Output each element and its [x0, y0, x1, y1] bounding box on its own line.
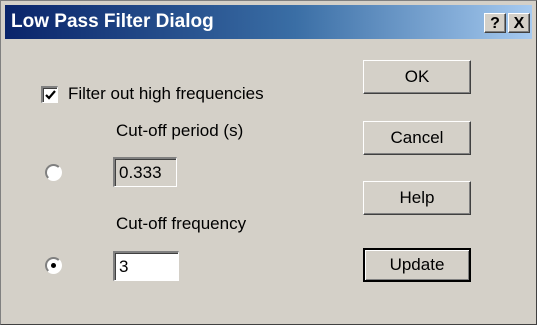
cutoff-period-radio[interactable] — [45, 164, 62, 181]
ok-button[interactable]: OK — [363, 60, 471, 94]
help-button[interactable]: Help — [363, 181, 471, 215]
radio-selected-dot — [51, 263, 56, 268]
cutoff-frequency-radio[interactable] — [45, 257, 62, 274]
cutoff-frequency-field[interactable] — [113, 251, 179, 281]
checkmark-icon — [45, 90, 56, 100]
cutoff-period-field[interactable] — [113, 157, 177, 187]
cutoff-period-label: Cut-off period (s) — [116, 121, 244, 140]
window-title: Low Pass Filter Dialog — [11, 11, 214, 32]
low-pass-filter-dialog: Low Pass Filter Dialog ? X Filter out hi… — [0, 0, 537, 325]
update-button[interactable]: Update — [363, 248, 471, 282]
close-button[interactable]: X — [508, 13, 530, 33]
cancel-button[interactable]: Cancel — [363, 121, 471, 155]
title-bar[interactable]: Low Pass Filter Dialog ? X — [5, 5, 532, 39]
filter-high-frequencies-checkbox[interactable] — [41, 86, 58, 103]
cutoff-frequency-label: Cut-off frequency — [116, 214, 247, 233]
filter-high-frequencies-label: Filter out high frequencies — [68, 84, 264, 103]
context-help-button[interactable]: ? — [484, 13, 506, 33]
